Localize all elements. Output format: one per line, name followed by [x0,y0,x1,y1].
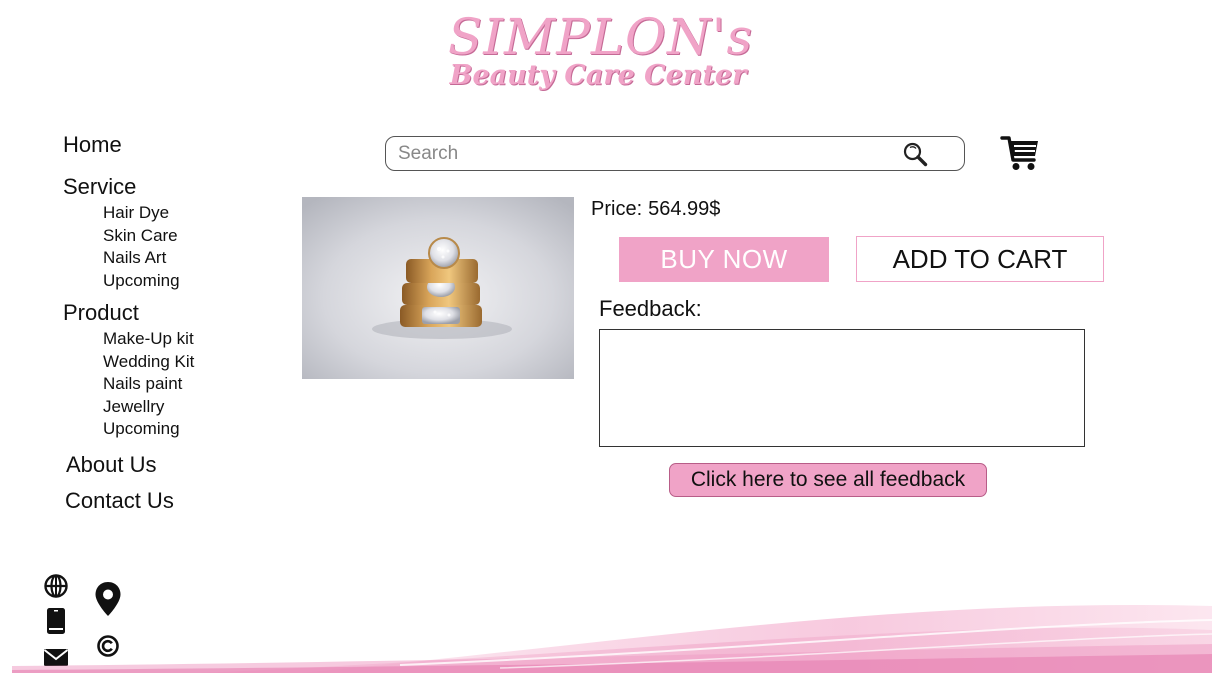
sidebar-nav: Home Service Hair Dye Skin Care Nails Ar… [63,130,283,525]
nav-about-us[interactable]: About Us [63,447,283,483]
search-bar [385,136,965,171]
nav-service-upcoming[interactable]: Upcoming [63,270,283,293]
price-value: 564.99$ [648,198,721,220]
nav-home[interactable]: Home [63,130,283,160]
nav-service[interactable]: Service [63,172,283,202]
nav-contact-us[interactable]: Contact Us [63,483,283,519]
buy-now-button[interactable]: BUY NOW [619,237,829,282]
nav-product-upcoming[interactable]: Upcoming [63,418,283,441]
price-label: Price: [591,198,643,220]
logo-brand-text: SIMPLON's [448,8,754,66]
nav-product-jewellry[interactable]: Jewellry [63,396,283,419]
feedback-input[interactable] [599,329,1085,447]
add-to-cart-button[interactable]: ADD TO CART [856,236,1104,282]
logo-tagline: Beauty Care Center [449,60,747,91]
nav-product[interactable]: Product [63,298,283,328]
see-all-feedback-button[interactable]: Click here to see all feedback [669,463,987,497]
product-page: SIMPLON's Beauty Care Center Home Servic… [0,0,1212,673]
nav-product-makeup-kit[interactable]: Make-Up kit [63,328,283,351]
search-icon[interactable] [900,139,930,169]
nav-service-nails-art[interactable]: Nails Art [63,247,283,270]
price: Price: 564.99$ [591,198,720,221]
nav-product-wedding-kit[interactable]: Wedding Kit [63,351,283,374]
nav-group-service: Service Hair Dye Skin Care Nails Art Upc… [63,172,283,292]
product-image [302,197,574,379]
nav-group-about: About Us Contact Us [63,447,283,519]
brand-logo[interactable]: SIMPLON's Beauty Care Center [448,8,754,91]
search-input[interactable] [386,137,900,170]
decorative-wave [0,570,1212,673]
nav-group-product: Product Make-Up kit Wedding Kit Nails pa… [63,298,283,441]
feedback-label: Feedback: [599,296,702,321]
nav-service-hair-dye[interactable]: Hair Dye [63,202,283,225]
cart-icon[interactable] [1000,134,1042,172]
nav-group-home: Home [63,130,283,160]
nav-service-skin-care[interactable]: Skin Care [63,225,283,248]
nav-product-nails-paint[interactable]: Nails paint [63,373,283,396]
